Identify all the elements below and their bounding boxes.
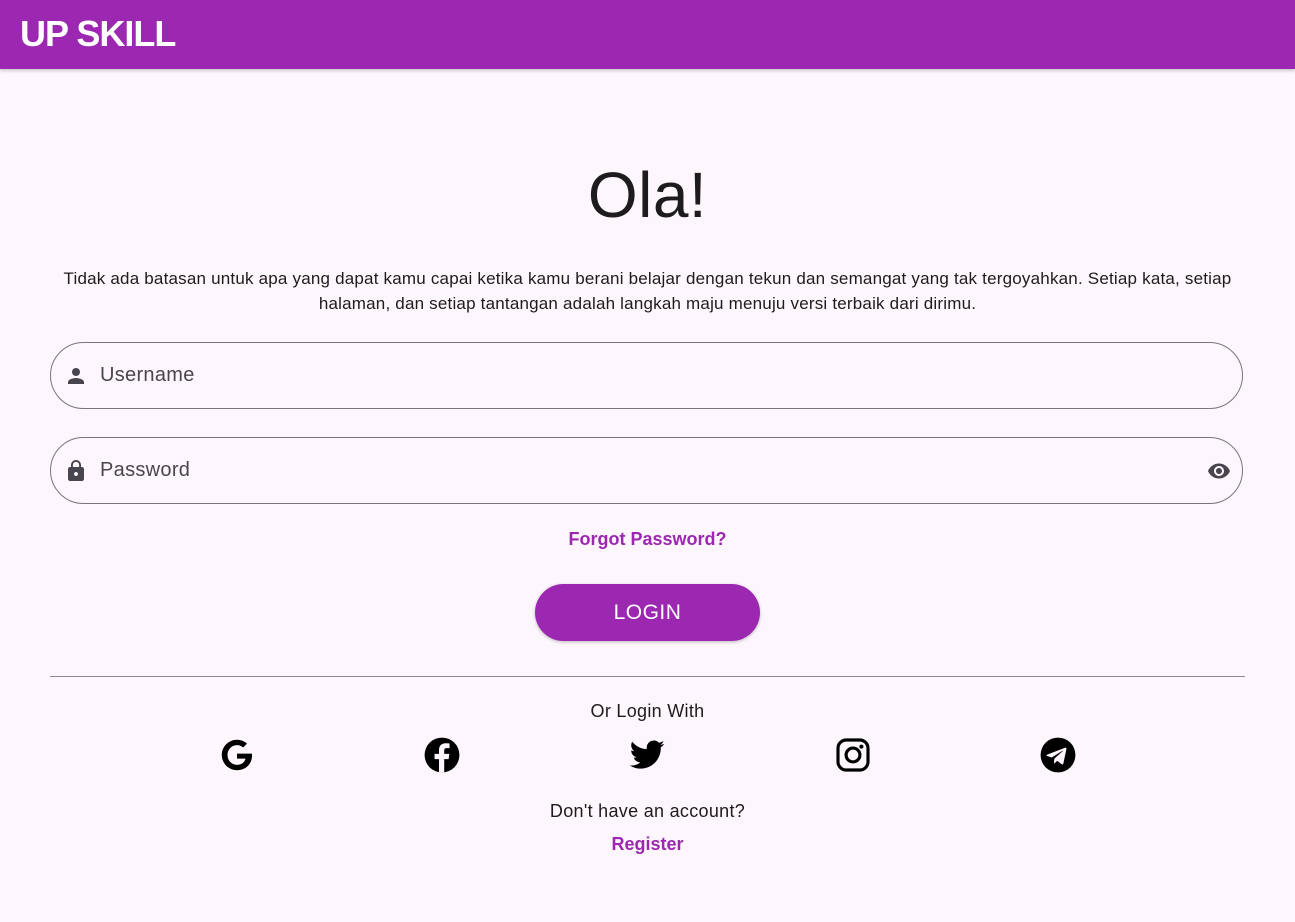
or-login-with-label: Or Login With [590,701,705,721]
password-input[interactable] [100,438,1180,503]
twitter-icon[interactable] [627,735,667,775]
person-icon [64,364,88,388]
forgot-password-link[interactable]: Forgot Password? [0,529,1295,550]
app-title: UP SKILL [20,13,176,54]
facebook-icon[interactable] [422,735,462,775]
intro-text: Tidak ada batasan untuk apa yang dapat k… [63,269,1232,313]
divider [50,676,1245,677]
username-field[interactable] [50,342,1243,409]
instagram-icon[interactable] [833,735,873,775]
register-link[interactable]: Register [0,834,1295,855]
telegram-icon[interactable] [1038,735,1078,775]
google-icon[interactable] [217,735,257,775]
eye-icon[interactable] [1205,459,1233,483]
app-bar: UP SKILL [0,0,1295,69]
lock-icon [64,459,88,483]
page-title: Ola! [587,159,708,231]
username-input[interactable] [100,343,1180,408]
login-button[interactable]: LOGIN [535,584,760,641]
password-field[interactable] [50,437,1243,504]
no-account-text: Don't have an account? [549,801,746,821]
